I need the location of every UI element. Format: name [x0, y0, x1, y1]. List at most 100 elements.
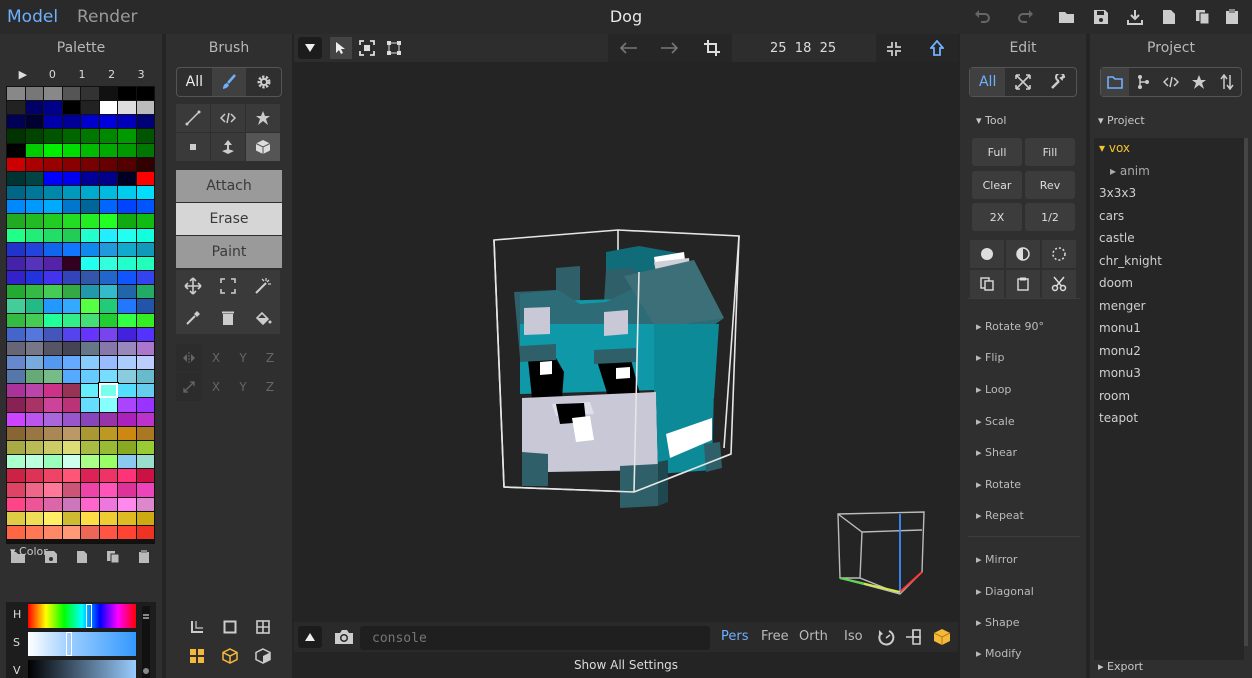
palette-swatch[interactable]	[25, 242, 43, 256]
erase-button[interactable]: Erase	[176, 203, 282, 235]
palette-swatch[interactable]	[7, 214, 25, 228]
palette-swatch[interactable]	[44, 355, 62, 370]
fill-button[interactable]: Fill	[1025, 138, 1075, 166]
copy-icon[interactable]	[106, 550, 120, 564]
axis-z[interactable]: Z	[257, 373, 283, 401]
flip-section[interactable]: ▸ Flip	[976, 351, 1004, 364]
move-tool[interactable]	[176, 272, 210, 300]
palette-swatch[interactable]	[25, 469, 43, 483]
palette-swatch[interactable]	[81, 497, 99, 511]
palette-swatch[interactable]	[99, 271, 117, 285]
palette-swatch[interactable]	[7, 398, 25, 412]
palette-swatch[interactable]	[62, 455, 80, 469]
grid-icon[interactable]	[256, 620, 271, 634]
voxel-tool[interactable]	[176, 133, 210, 161]
palette-swatch[interactable]	[81, 313, 99, 327]
palette-swatch[interactable]	[81, 412, 99, 426]
reset-view-icon[interactable]	[877, 629, 895, 647]
palette-swatch[interactable]	[136, 497, 154, 511]
frame-icon[interactable]	[223, 620, 237, 634]
star-tool[interactable]	[246, 104, 280, 132]
palette-swatch[interactable]	[62, 384, 80, 398]
palette-swatch[interactable]	[81, 483, 99, 497]
palette-swatch[interactable]	[99, 101, 117, 115]
palette-swatch[interactable]	[7, 412, 25, 426]
palette-swatch[interactable]	[81, 469, 99, 483]
palette-swatch[interactable]	[136, 440, 154, 455]
show-all-settings[interactable]: Show All Settings	[294, 658, 958, 672]
palette-swatch[interactable]	[44, 171, 62, 186]
palette-swatch[interactable]	[44, 412, 62, 426]
palette-swatch[interactable]	[81, 200, 99, 214]
view-orth[interactable]: Orth	[799, 629, 828, 644]
palette-swatch[interactable]	[25, 171, 43, 186]
palette-swatch[interactable]	[62, 186, 80, 200]
size-readout[interactable]: 25 18 25	[770, 41, 836, 56]
palette-swatch[interactable]	[25, 87, 43, 101]
palette-swatch[interactable]	[99, 497, 117, 511]
view-free[interactable]: Free	[761, 629, 789, 644]
palette-swatch[interactable]	[7, 511, 25, 525]
palette-swatch[interactable]	[25, 200, 43, 214]
palette-swatch[interactable]	[136, 200, 154, 214]
palette-swatch[interactable]	[62, 101, 80, 115]
palette-swatch[interactable]	[81, 384, 99, 398]
palette-swatch[interactable]	[25, 101, 43, 115]
extrude-tool[interactable]	[211, 133, 245, 161]
palette-swatch[interactable]	[99, 469, 117, 483]
palette-swatch[interactable]	[118, 327, 136, 341]
palette-swatch[interactable]	[25, 129, 43, 143]
palette-swatch[interactable]	[7, 129, 25, 143]
scale-section[interactable]: ▸ Scale	[976, 415, 1015, 428]
palette-column-1[interactable]: 1	[67, 68, 97, 82]
palette-swatch[interactable]	[25, 271, 43, 285]
palette-swatch[interactable]	[118, 101, 136, 115]
palette-swatch[interactable]	[136, 214, 154, 228]
export-section[interactable]: ▸ Export	[1098, 660, 1143, 673]
palette-swatch[interactable]	[44, 129, 62, 143]
cut-button[interactable]	[1042, 270, 1076, 298]
project-tab-code[interactable]	[1157, 68, 1185, 96]
tool-section[interactable]: ▾ Tool	[976, 114, 1006, 127]
edit-tab-all[interactable]: All	[970, 68, 1006, 96]
palette-swatch[interactable]	[136, 455, 154, 469]
palette-swatch[interactable]	[44, 242, 62, 256]
palette-swatch[interactable]	[118, 440, 136, 455]
palette-swatch[interactable]	[7, 143, 25, 157]
paste-icon[interactable]	[138, 550, 150, 564]
palette-swatch[interactable]	[25, 398, 43, 412]
list-item[interactable]: monu2	[1099, 344, 1141, 358]
palette-swatch[interactable]	[81, 398, 99, 412]
palette-swatch[interactable]	[25, 228, 43, 242]
download-icon[interactable]	[1125, 8, 1145, 26]
mirror-y[interactable]: Y	[230, 344, 256, 372]
list-item[interactable]: castle	[1099, 231, 1135, 245]
palette-swatch[interactable]	[81, 440, 99, 455]
palette-swatch[interactable]	[44, 469, 62, 483]
palette-swatch[interactable]	[62, 157, 80, 171]
palette-swatch[interactable]	[62, 398, 80, 412]
palette-swatch[interactable]	[99, 115, 117, 129]
palette-swatch[interactable]	[99, 426, 117, 440]
palette-swatch[interactable]	[44, 313, 62, 327]
palette-swatch[interactable]	[25, 115, 43, 129]
palette-swatch[interactable]	[44, 299, 62, 313]
brush-tab-brush[interactable]	[211, 68, 247, 96]
palette-swatch[interactable]	[81, 242, 99, 256]
palette-swatch[interactable]	[44, 143, 62, 157]
palette-swatch[interactable]	[118, 355, 136, 370]
palette-swatch[interactable]	[99, 455, 117, 469]
copy-icon[interactable]	[1193, 8, 1213, 26]
palette-swatch[interactable]	[118, 214, 136, 228]
mirror-section[interactable]: ▸ Mirror	[976, 553, 1017, 566]
palette-swatch[interactable]	[81, 341, 99, 355]
palette-swatch[interactable]	[62, 271, 80, 285]
palette-swatch[interactable]	[62, 497, 80, 511]
palette-swatch[interactable]	[118, 143, 136, 157]
palette-swatch[interactable]	[81, 355, 99, 370]
palette-swatch[interactable]	[99, 398, 117, 412]
paste-icon[interactable]	[1222, 8, 1242, 26]
list-item[interactable]: doom	[1099, 276, 1133, 290]
palette-swatch[interactable]	[7, 271, 25, 285]
select-tool[interactable]	[211, 272, 245, 300]
